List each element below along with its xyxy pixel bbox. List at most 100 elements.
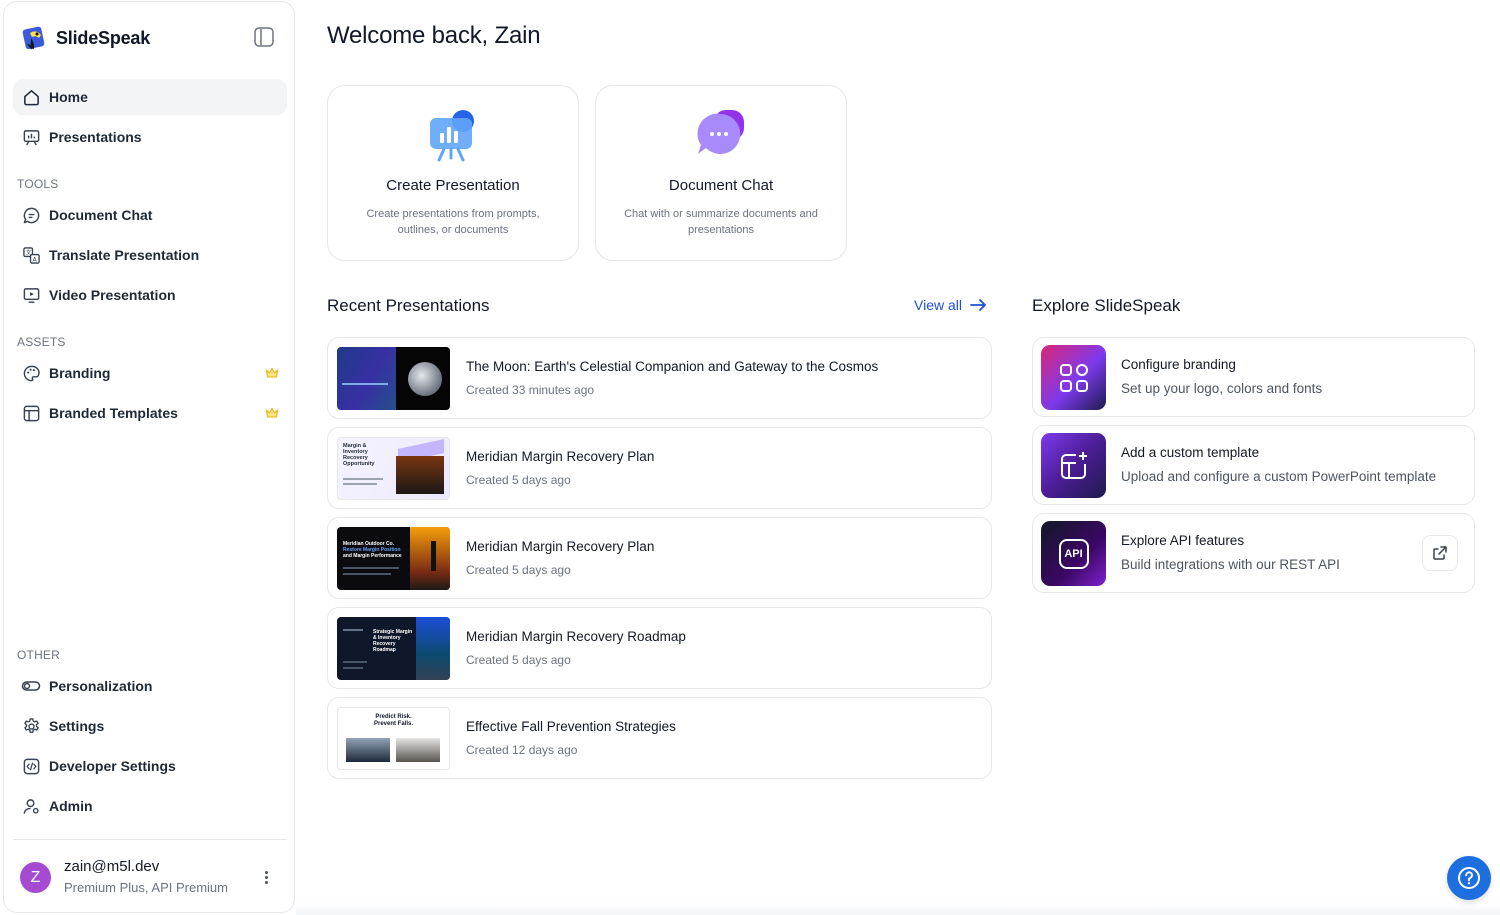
sidebar-item-home[interactable]: Home: [13, 79, 287, 115]
external-link-icon: [1433, 546, 1447, 560]
sidebar-item-label: Translate Presentation: [49, 247, 200, 263]
sidebar-item-developer-settings[interactable]: Developer Settings: [13, 748, 287, 784]
tool-card-title: Document Chat: [668, 177, 774, 194]
sidebar-item-presentations[interactable]: Presentations: [13, 119, 287, 155]
explore-title: Explore SlideSpeak: [1032, 296, 1181, 315]
sidebar-item-label: Admin: [49, 798, 93, 814]
thumbnail-text: Prevent Falls.: [373, 721, 414, 727]
toggle-icon: [21, 676, 41, 696]
user-admin-icon: [21, 796, 41, 816]
api-tile-icon: API: [1041, 521, 1106, 586]
chat-icon: [21, 205, 41, 225]
presentation-thumbnail: Predict Risk. Prevent Falls.: [337, 707, 450, 770]
thumbnail-text: Roadmap: [373, 647, 396, 653]
section-label-tools: TOOLS: [17, 177, 59, 191]
template-tile-icon: [1041, 433, 1106, 498]
help-button[interactable]: [1447, 856, 1491, 900]
presentation-thumbnail: [337, 347, 450, 410]
presentation-title: The Moon: Earth's Celestial Companion an…: [466, 359, 879, 374]
presentation-card[interactable]: Predict Risk. Prevent Falls. Effective F…: [327, 697, 992, 779]
sidebar-item-settings[interactable]: Settings: [13, 708, 287, 744]
external-link-button[interactable]: [1422, 535, 1458, 571]
sidebar-item-branding[interactable]: Branding: [13, 355, 287, 391]
sidebar-item-document-chat[interactable]: Document Chat: [13, 197, 287, 233]
sidebar-item-label: Personalization: [49, 678, 153, 694]
template-icon: [21, 403, 41, 423]
create-presentation-icon: [430, 110, 474, 162]
premium-crown-icon: [265, 367, 279, 378]
sidebar: SlideSpeak Home Presentations TOOLS Docu…: [3, 1, 295, 913]
presentation-date: Created 5 days ago: [466, 653, 571, 667]
translate-icon: 文A: [21, 245, 41, 265]
sidebar-item-label: Video Presentation: [49, 287, 176, 303]
sidebar-divider: [13, 839, 287, 840]
explore-item-title: Explore API features: [1121, 533, 1245, 548]
explore-item-description: Set up your logo, colors and fonts: [1121, 381, 1323, 396]
create-presentation-card[interactable]: Create Presentation Create presentations…: [327, 85, 579, 261]
branding-tile-icon: [1041, 345, 1106, 410]
presentation-card[interactable]: Margin & Inventory Recovery Opportunity …: [327, 427, 992, 509]
explore-item-description: Build integrations with our REST API: [1121, 557, 1340, 572]
sidebar-item-personalization[interactable]: Personalization: [13, 668, 287, 704]
document-chat-card[interactable]: Document Chat Chat with or summarize doc…: [595, 85, 847, 261]
avatar: Z: [20, 862, 51, 893]
presentation-title: Effective Fall Prevention Strategies: [466, 719, 676, 734]
thumbnail-text: Predict Risk.: [375, 714, 412, 720]
presentation-card[interactable]: Meridian Outdoor Co. Restore Margin Posi…: [327, 517, 992, 599]
presentation-card[interactable]: The Moon: Earth's Celestial Companion an…: [327, 337, 992, 419]
document-chat-icon: [697, 110, 744, 154]
presentation-thumbnail: Meridian Outdoor Co. Restore Margin Posi…: [337, 527, 450, 590]
section-label-assets: ASSETS: [17, 335, 66, 349]
tool-card-description: Create presentations from prompts, outli…: [366, 208, 540, 236]
user-profile[interactable]: Z zain@m5l.dev Premium Plus, API Premium: [20, 858, 282, 902]
presentation-date: Created 5 days ago: [466, 473, 571, 487]
sidebar-item-admin[interactable]: Admin: [13, 788, 287, 824]
add-custom-template-card[interactable]: Add a custom template Upload and configu…: [1032, 425, 1475, 505]
sidebar-item-label: Document Chat: [49, 207, 153, 223]
presentation-icon: [21, 127, 41, 147]
section-label-other: OTHER: [17, 648, 60, 662]
configure-branding-card[interactable]: Configure branding Set up your logo, col…: [1032, 337, 1475, 417]
sidebar-toggle-icon: [254, 27, 274, 47]
view-all-label: View all: [914, 297, 962, 313]
brand[interactable]: SlideSpeak: [22, 24, 150, 52]
help-question-icon: [1458, 867, 1480, 889]
api-label: API: [1058, 538, 1089, 569]
sidebar-item-label: Home: [49, 89, 88, 105]
sidebar-item-branded-templates[interactable]: Branded Templates: [13, 395, 287, 431]
thumbnail-text: and Margin Performance: [343, 553, 402, 559]
brand-name: SlideSpeak: [56, 27, 151, 48]
svg-text:文: 文: [25, 248, 31, 256]
palette-icon: [21, 363, 41, 383]
home-icon: [21, 87, 41, 107]
view-all-link[interactable]: View all: [914, 297, 987, 313]
bottom-edge: [296, 901, 1500, 915]
thumbnail-text: Opportunity: [343, 461, 375, 467]
explore-item-title: Add a custom template: [1121, 445, 1260, 460]
presentation-title: Meridian Margin Recovery Plan: [466, 449, 655, 464]
explore-api-card[interactable]: API Explore API features Build integrati…: [1032, 513, 1475, 593]
sidebar-item-video-presentation[interactable]: Video Presentation: [13, 277, 287, 313]
sidebar-item-label: Branded Templates: [49, 405, 178, 421]
arrow-right-icon: [970, 299, 986, 311]
presentation-thumbnail: Strategic Margin & Inventory Recovery Ro…: [337, 617, 450, 680]
premium-crown-icon: [265, 407, 279, 418]
sidebar-collapse-button[interactable]: [253, 26, 275, 48]
gear-icon: [21, 716, 41, 736]
sidebar-item-label: Branding: [49, 365, 111, 381]
more-options-icon[interactable]: [258, 868, 274, 886]
tool-card-title: Create Presentation: [386, 177, 520, 194]
explore-item-description: Upload and configure a custom PowerPoint…: [1121, 469, 1437, 484]
presentation-title: Meridian Margin Recovery Plan: [466, 539, 655, 554]
parrot-logo-icon: [22, 26, 45, 50]
sidebar-item-label: Developer Settings: [49, 758, 176, 774]
sidebar-item-label: Presentations: [49, 129, 142, 145]
sidebar-item-label: Settings: [49, 718, 105, 734]
video-icon: [21, 285, 41, 305]
presentation-thumbnail: Margin & Inventory Recovery Opportunity: [337, 437, 450, 500]
recent-presentations-title: Recent Presentations: [327, 296, 490, 315]
presentation-date: Created 12 days ago: [466, 743, 578, 757]
sidebar-item-translate-presentation[interactable]: 文A Translate Presentation: [13, 237, 287, 273]
presentation-card[interactable]: Strategic Margin & Inventory Recovery Ro…: [327, 607, 992, 689]
user-plan: Premium Plus, API Premium: [64, 880, 228, 895]
